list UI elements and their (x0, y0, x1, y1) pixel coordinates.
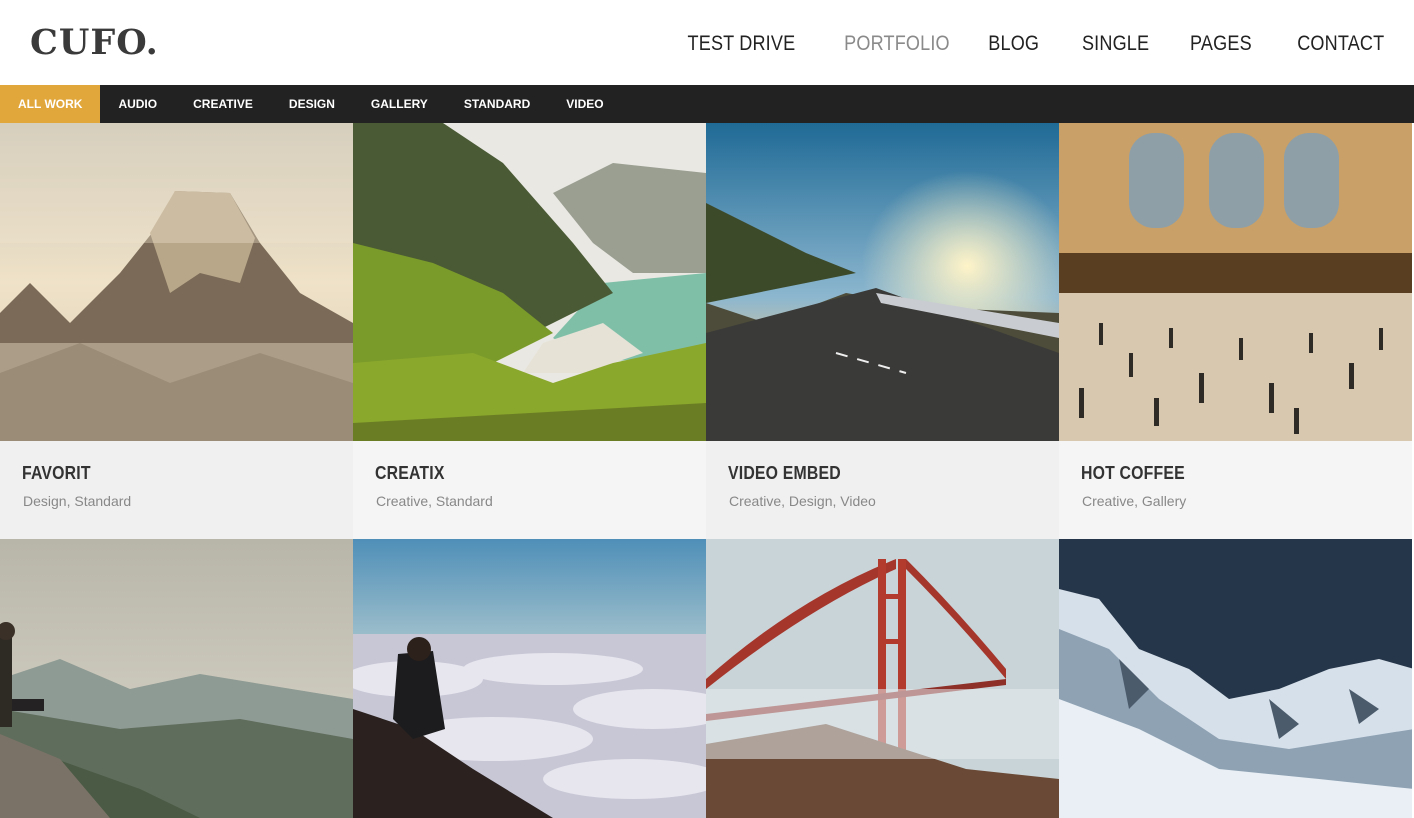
portfolio-item[interactable] (706, 539, 1059, 818)
sunset-road-photo[interactable] (706, 123, 1059, 441)
nav-item-contact[interactable]: CONTACT (1297, 30, 1384, 58)
portfolio-item-creatix[interactable]: CREATIX Creative, Standard (353, 123, 706, 539)
site-logo[interactable]: CUFO. (30, 22, 159, 64)
filter-all-work[interactable]: ALL WORK (0, 85, 101, 123)
portfolio-item-title[interactable]: FAVORIT (22, 463, 91, 484)
portfolio-item-hot-coffee[interactable]: HOT COFFEE Creative, Gallery (1059, 123, 1412, 539)
nav-item-single[interactable]: SINGLE (1082, 30, 1149, 58)
portfolio-item-categories: Design, Standard (23, 493, 132, 509)
red-bridge-fog-photo[interactable] (706, 539, 1059, 818)
portfolio-item[interactable] (353, 539, 706, 818)
filter-standard[interactable]: STANDARD (446, 85, 548, 123)
portfolio-item-categories: Creative, Gallery (1082, 493, 1187, 509)
portfolio-item-title[interactable]: HOT COFFEE (1081, 463, 1185, 484)
portfolio-item-categories: Creative, Design, Video (729, 493, 876, 509)
portfolio-caption: CREATIX Creative, Standard (353, 441, 706, 539)
portfolio-item-title[interactable]: CREATIX (375, 463, 445, 484)
filter-audio[interactable]: AUDIO (100, 85, 175, 123)
main-nav: TEST DRIVE PORTFOLIO BLOG SINGLE PAGES C… (639, 30, 1384, 58)
portfolio-filter-bar: ALL WORK AUDIO CREATIVE DESIGN GALLERY S… (0, 85, 1414, 123)
filter-creative[interactable]: CREATIVE (175, 85, 271, 123)
nav-item-portfolio[interactable]: PORTFOLIO (844, 30, 950, 58)
grand-hall-photo[interactable] (1059, 123, 1412, 441)
portfolio-item-categories: Creative, Standard (376, 493, 493, 509)
green-coast-photo[interactable] (353, 123, 706, 441)
portfolio-item[interactable] (1059, 539, 1412, 818)
snowy-peaks-photo[interactable] (1059, 539, 1412, 818)
site-header: CUFO. TEST DRIVE PORTFOLIO BLOG SINGLE P… (0, 0, 1414, 85)
portfolio-item-title[interactable]: VIDEO EMBED (728, 463, 841, 484)
portfolio-caption: HOT COFFEE Creative, Gallery (1059, 441, 1412, 539)
nav-item-pages[interactable]: PAGES (1190, 30, 1252, 58)
portfolio-caption: FAVORIT Design, Standard (0, 441, 353, 539)
nav-item-blog[interactable]: BLOG (989, 30, 1040, 58)
filter-gallery[interactable]: GALLERY (353, 85, 446, 123)
portfolio-item-video-embed[interactable]: VIDEO EMBED Creative, Design, Video (706, 123, 1059, 539)
portfolio-item-favorit[interactable]: FAVORIT Design, Standard (0, 123, 353, 539)
man-above-clouds-photo[interactable] (353, 539, 706, 818)
filter-video[interactable]: VIDEO (548, 85, 621, 123)
misty-mountain-photo[interactable] (0, 123, 353, 441)
man-on-ledge-photo[interactable] (0, 539, 353, 818)
nav-item-test-drive[interactable]: TEST DRIVE (688, 30, 796, 58)
filter-design[interactable]: DESIGN (271, 85, 353, 123)
portfolio-caption: VIDEO EMBED Creative, Design, Video (706, 441, 1059, 539)
portfolio-item[interactable] (0, 539, 353, 818)
